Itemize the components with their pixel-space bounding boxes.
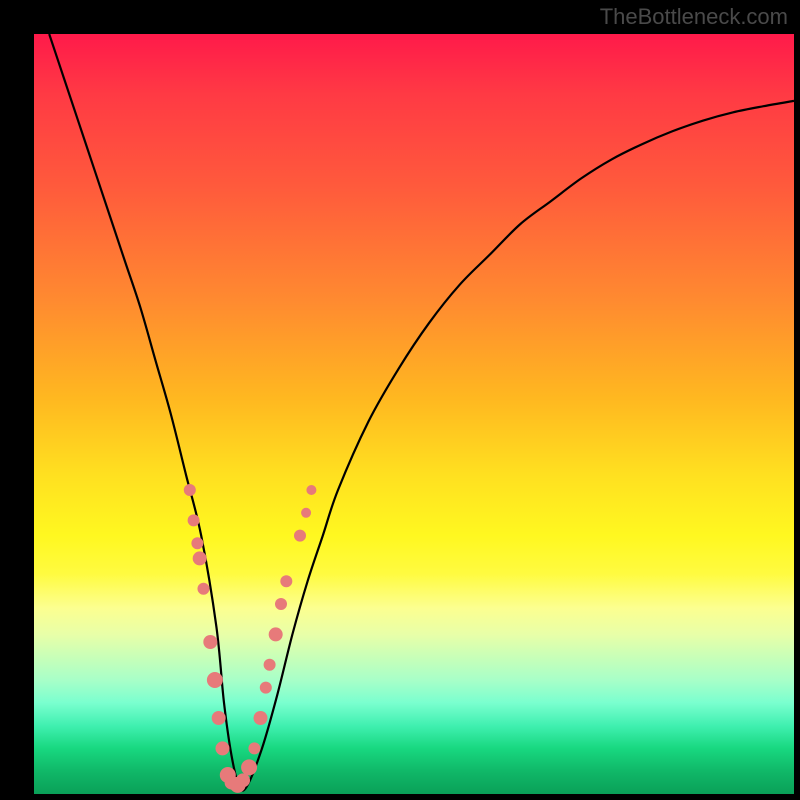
scatter-dots-group <box>184 484 317 793</box>
scatter-dot <box>188 514 200 526</box>
scatter-dot <box>191 537 203 549</box>
scatter-dot <box>197 583 209 595</box>
scatter-dot <box>275 598 287 610</box>
scatter-dot <box>260 682 272 694</box>
scatter-dot <box>280 575 292 587</box>
chart-plot-area <box>34 34 794 794</box>
scatter-dot <box>301 508 311 518</box>
curve-svg <box>34 34 794 794</box>
scatter-dot <box>306 485 316 495</box>
scatter-dot <box>207 672 223 688</box>
bottleneck-curve-path <box>49 34 794 791</box>
scatter-dot <box>264 659 276 671</box>
scatter-dot <box>212 711 226 725</box>
scatter-dot <box>193 551 207 565</box>
scatter-dot <box>236 773 250 787</box>
scatter-dot <box>184 484 196 496</box>
scatter-dot <box>248 742 260 754</box>
scatter-dot <box>294 530 306 542</box>
scatter-dot <box>269 627 283 641</box>
scatter-dot <box>241 759 257 775</box>
watermark-text: TheBottleneck.com <box>600 4 788 30</box>
scatter-dot <box>203 635 217 649</box>
scatter-dot <box>215 741 229 755</box>
scatter-dot <box>253 711 267 725</box>
